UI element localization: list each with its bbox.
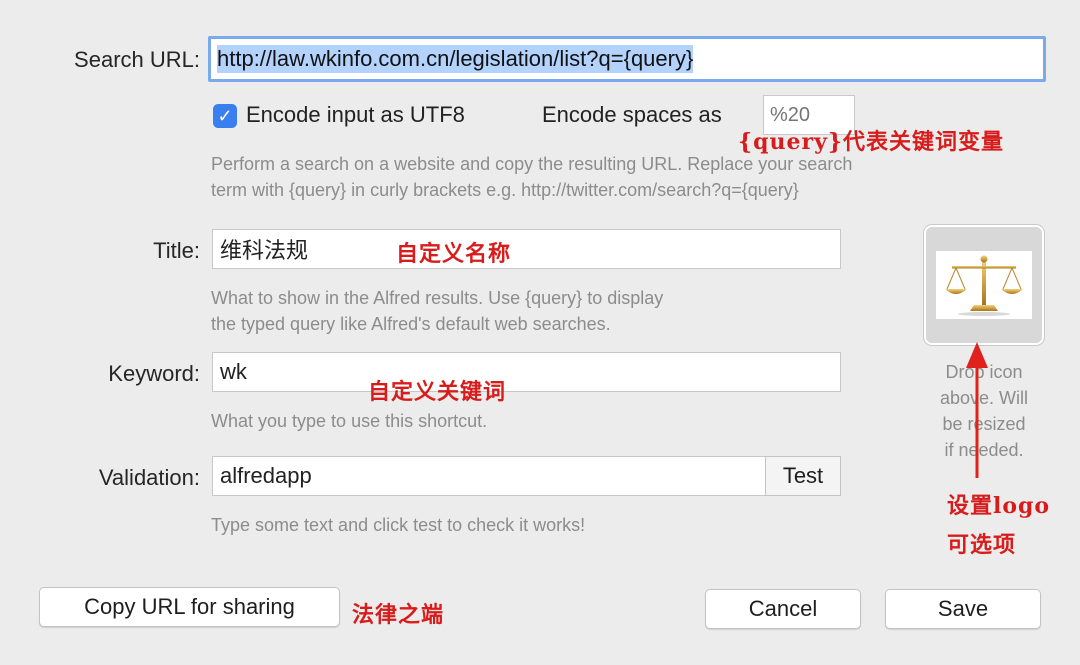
scales-of-justice-icon bbox=[945, 255, 1023, 316]
validation-help: Type some text and click test to check i… bbox=[211, 515, 586, 535]
logo-annotation-line-2: 可选项 bbox=[947, 532, 1017, 558]
search-url-help-line-1: Perform a search on a website and copy t… bbox=[211, 154, 853, 174]
search-url-help: Perform a search on a website and copy t… bbox=[211, 151, 1011, 203]
keyword-label: Keyword: bbox=[108, 361, 200, 386]
logo-annotation-line-1: 设置logo bbox=[947, 493, 1051, 519]
search-url-input[interactable]: http://law.wkinfo.com.cn/legislation/lis… bbox=[208, 36, 1046, 82]
encode-utf8-checkbox[interactable]: ✓ bbox=[213, 104, 237, 128]
search-url-value: http://law.wkinfo.com.cn/legislation/lis… bbox=[217, 45, 694, 73]
title-help-line-2: the typed query like Alfred's default we… bbox=[211, 314, 611, 334]
annotation-arrow-icon bbox=[966, 342, 988, 478]
search-url-label: Search URL: bbox=[74, 47, 200, 72]
cancel-button[interactable]: Cancel bbox=[705, 589, 861, 629]
keyword-input[interactable]: wk bbox=[212, 352, 841, 392]
keyword-value: wk bbox=[220, 359, 247, 384]
validation-label: Validation: bbox=[98, 465, 200, 490]
copy-url-button[interactable]: Copy URL for sharing bbox=[39, 587, 340, 627]
title-input[interactable]: 维科法规 bbox=[212, 229, 841, 269]
icon-drop-well[interactable] bbox=[924, 225, 1044, 345]
keyword-help: What you type to use this shortcut. bbox=[211, 411, 488, 431]
search-url-help-line-2: term with {query} in curly brackets e.g.… bbox=[211, 180, 799, 200]
encode-spaces-label: Encode spaces as bbox=[542, 102, 722, 127]
title-annotation: 自定义名称 bbox=[396, 241, 512, 267]
test-button[interactable]: Test bbox=[765, 456, 841, 496]
title-help-line-1: What to show in the Alfred results. Use … bbox=[211, 288, 664, 308]
save-button[interactable]: Save bbox=[885, 589, 1041, 629]
title-label: Title: bbox=[153, 238, 200, 263]
validation-value: alfredapp bbox=[220, 463, 312, 488]
title-value: 维科法规 bbox=[220, 238, 309, 263]
footer-annotation: 法律之端 bbox=[352, 602, 445, 628]
encode-utf8-label: Encode input as UTF8 bbox=[246, 102, 465, 127]
title-help: What to show in the Alfred results. Use … bbox=[211, 285, 851, 337]
validation-input[interactable]: alfredapp bbox=[212, 456, 768, 496]
icon-preview bbox=[936, 251, 1032, 319]
keyword-annotation: 自定义关键词 bbox=[368, 379, 507, 405]
